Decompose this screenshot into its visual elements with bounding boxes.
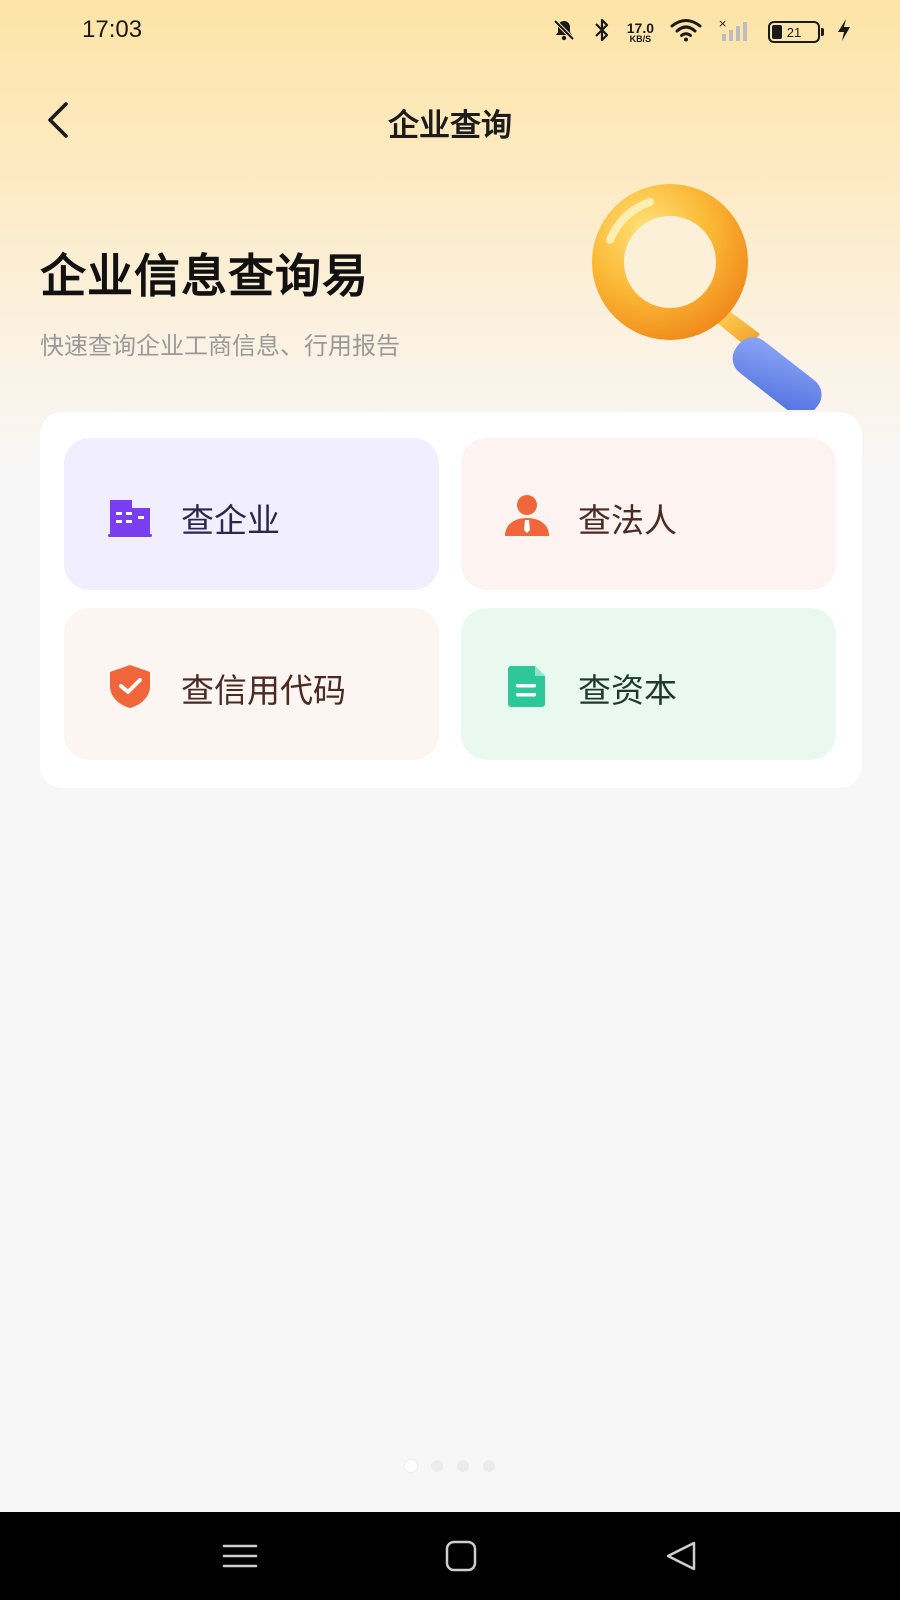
back-triangle-icon <box>666 1541 696 1571</box>
status-time: 17:03 <box>82 16 143 43</box>
page-title: 企业查询 <box>388 108 512 144</box>
system-navigation-bar <box>0 1512 900 1600</box>
hero-subtitle: 快速查询企业工商信息、行用报告 <box>40 332 400 360</box>
magnifier-illustration <box>592 184 822 410</box>
building-icon <box>108 500 152 537</box>
page-indicator <box>0 1460 900 1472</box>
query-company-button[interactable]: 查企业 <box>64 438 439 590</box>
hero-title: 企业信息查询易 <box>40 249 369 303</box>
network-speed-value: 17.0 <box>626 19 654 36</box>
recent-apps-button[interactable] <box>218 1534 262 1578</box>
query-legal-person-button[interactable]: 查法人 <box>461 438 836 590</box>
query-credit-code-label: 查信用代码 <box>181 671 346 710</box>
document-icon <box>508 666 545 707</box>
signal-no-sim-icon: × <box>718 17 752 46</box>
wifi-icon <box>670 18 702 46</box>
charging-icon <box>836 18 852 46</box>
page-dot <box>405 1460 417 1472</box>
page-dot <box>431 1460 443 1472</box>
query-company-label: 查企业 <box>181 501 280 540</box>
home-button[interactable] <box>440 1534 484 1578</box>
query-capital-label: 查资本 <box>578 671 677 710</box>
battery-tip <box>821 28 824 36</box>
menu-icon <box>222 1544 258 1568</box>
svg-text:×: × <box>718 18 727 30</box>
query-capital-button[interactable]: 查资本 <box>461 608 836 760</box>
page-dot <box>483 1460 495 1472</box>
page-dot <box>457 1460 469 1472</box>
query-legal-person-label: 查法人 <box>578 501 677 540</box>
system-back-button[interactable] <box>660 1534 704 1578</box>
query-menu-card: 查企业 查法人 查信用代码 查资本 <box>40 412 862 788</box>
person-icon <box>505 495 549 536</box>
network-speed-unit: KB/S <box>629 33 652 44</box>
battery-fill <box>772 25 782 39</box>
mute-bell-icon <box>551 17 577 47</box>
battery-icon: 21 <box>768 21 824 43</box>
query-credit-code-button[interactable]: 查信用代码 <box>64 608 439 760</box>
bluetooth-icon <box>593 17 611 47</box>
shield-check-icon <box>110 665 150 708</box>
network-speed: 17.0 KB/S <box>627 21 654 44</box>
status-icons: 17.0 KB/S × 21 <box>551 17 852 47</box>
battery-level: 21 <box>786 24 802 40</box>
status-bar: 17:03 17.0 KB/S × 21 <box>0 0 900 64</box>
home-icon <box>445 1540 477 1572</box>
